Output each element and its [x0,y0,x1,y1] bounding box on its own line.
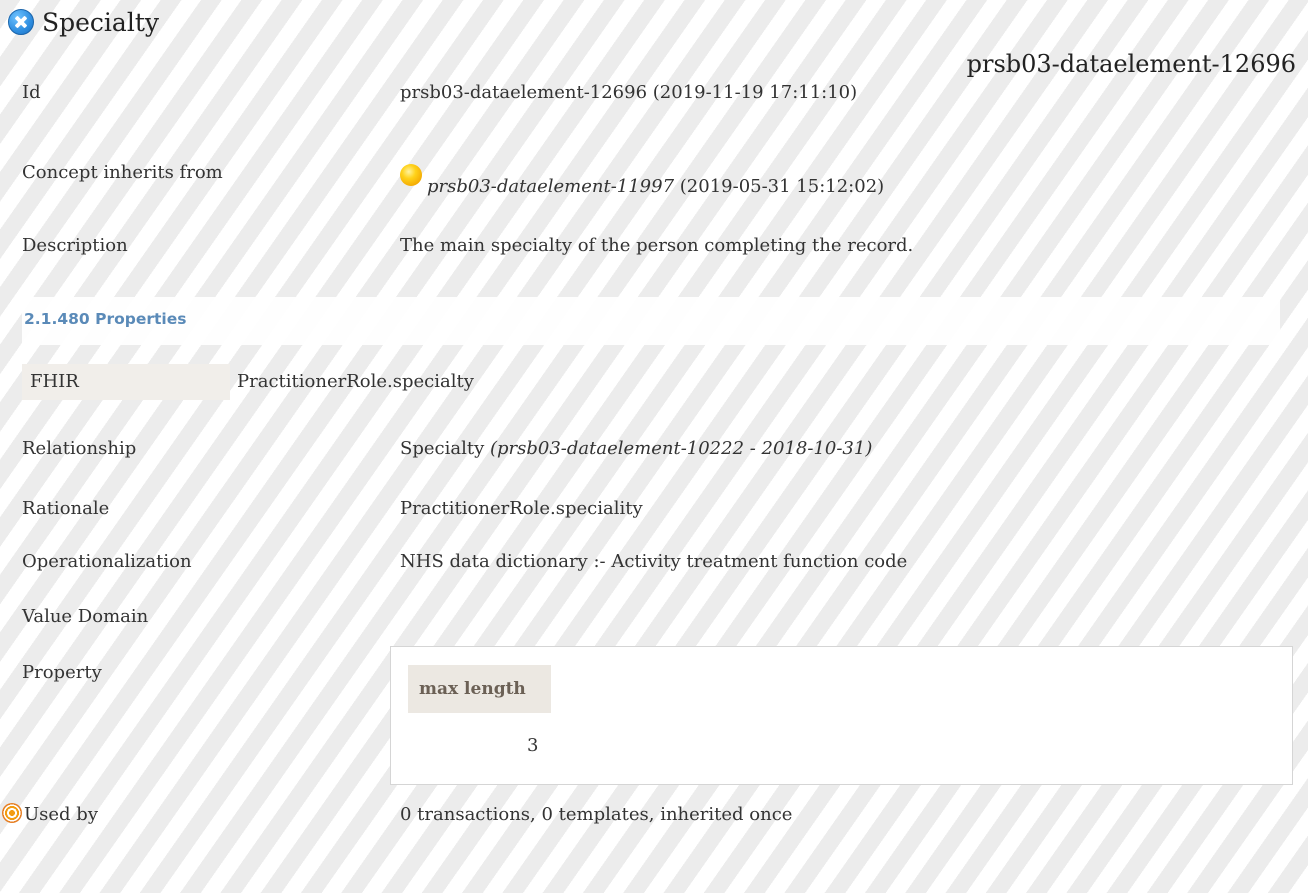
properties-section-title: 2.1.480 Properties [24,310,187,328]
property-table: max length 3 [390,646,1293,785]
properties-section-header[interactable]: 2.1.480 Properties [22,297,1280,345]
yellow-ball-icon [400,164,422,186]
fhir-label-cell: FHIR [22,364,230,400]
rationale-label: Rationale [22,498,110,519]
target-icon [2,803,22,823]
fhir-value: PractitionerRole.specialty [237,371,474,392]
inherits-date: (2019-05-31 15:12:02) [679,176,885,197]
inherits-label: Concept inherits from [22,162,223,183]
description-value: The main specialty of the person complet… [400,235,914,256]
used-by-label: Used by [24,804,98,825]
page-header: Specialty [8,4,159,40]
fhir-label: FHIR [30,371,79,392]
rationale-value: PractitionerRole.speciality [400,498,643,519]
used-by-value: 0 transactions, 0 templates, inherited o… [400,804,793,825]
relationship-name: Specialty [400,438,485,459]
id-value: prsb03-dataelement-12696 (2019-11-19 17:… [400,82,858,103]
property-table-header-cell: max length [408,665,551,713]
operationalization-value: NHS data dictionary :- Activity treatmen… [400,551,908,572]
max-length-header: max length [419,679,526,699]
relationship-ref-link[interactable]: (prsb03-dataelement-10222 - 2018-10-31) [490,438,872,459]
inherits-value: prsb03-dataelement-11997 (2019-05-31 15:… [427,176,884,197]
inherits-ref-link[interactable]: prsb03-dataelement-11997 [427,176,674,197]
max-length-value: 3 [527,735,539,756]
relationship-label: Relationship [22,438,137,459]
property-label: Property [22,662,102,683]
relationship-value: Specialty (prsb03-dataelement-10222 - 20… [400,438,872,459]
close-icon[interactable] [8,9,34,35]
page-title: Specialty [42,7,159,37]
operationalization-label: Operationalization [22,551,192,572]
description-label: Description [22,235,128,256]
id-label: Id [22,82,41,103]
element-id: prsb03-dataelement-12696 [966,50,1296,78]
value-domain-label: Value Domain [22,606,149,627]
